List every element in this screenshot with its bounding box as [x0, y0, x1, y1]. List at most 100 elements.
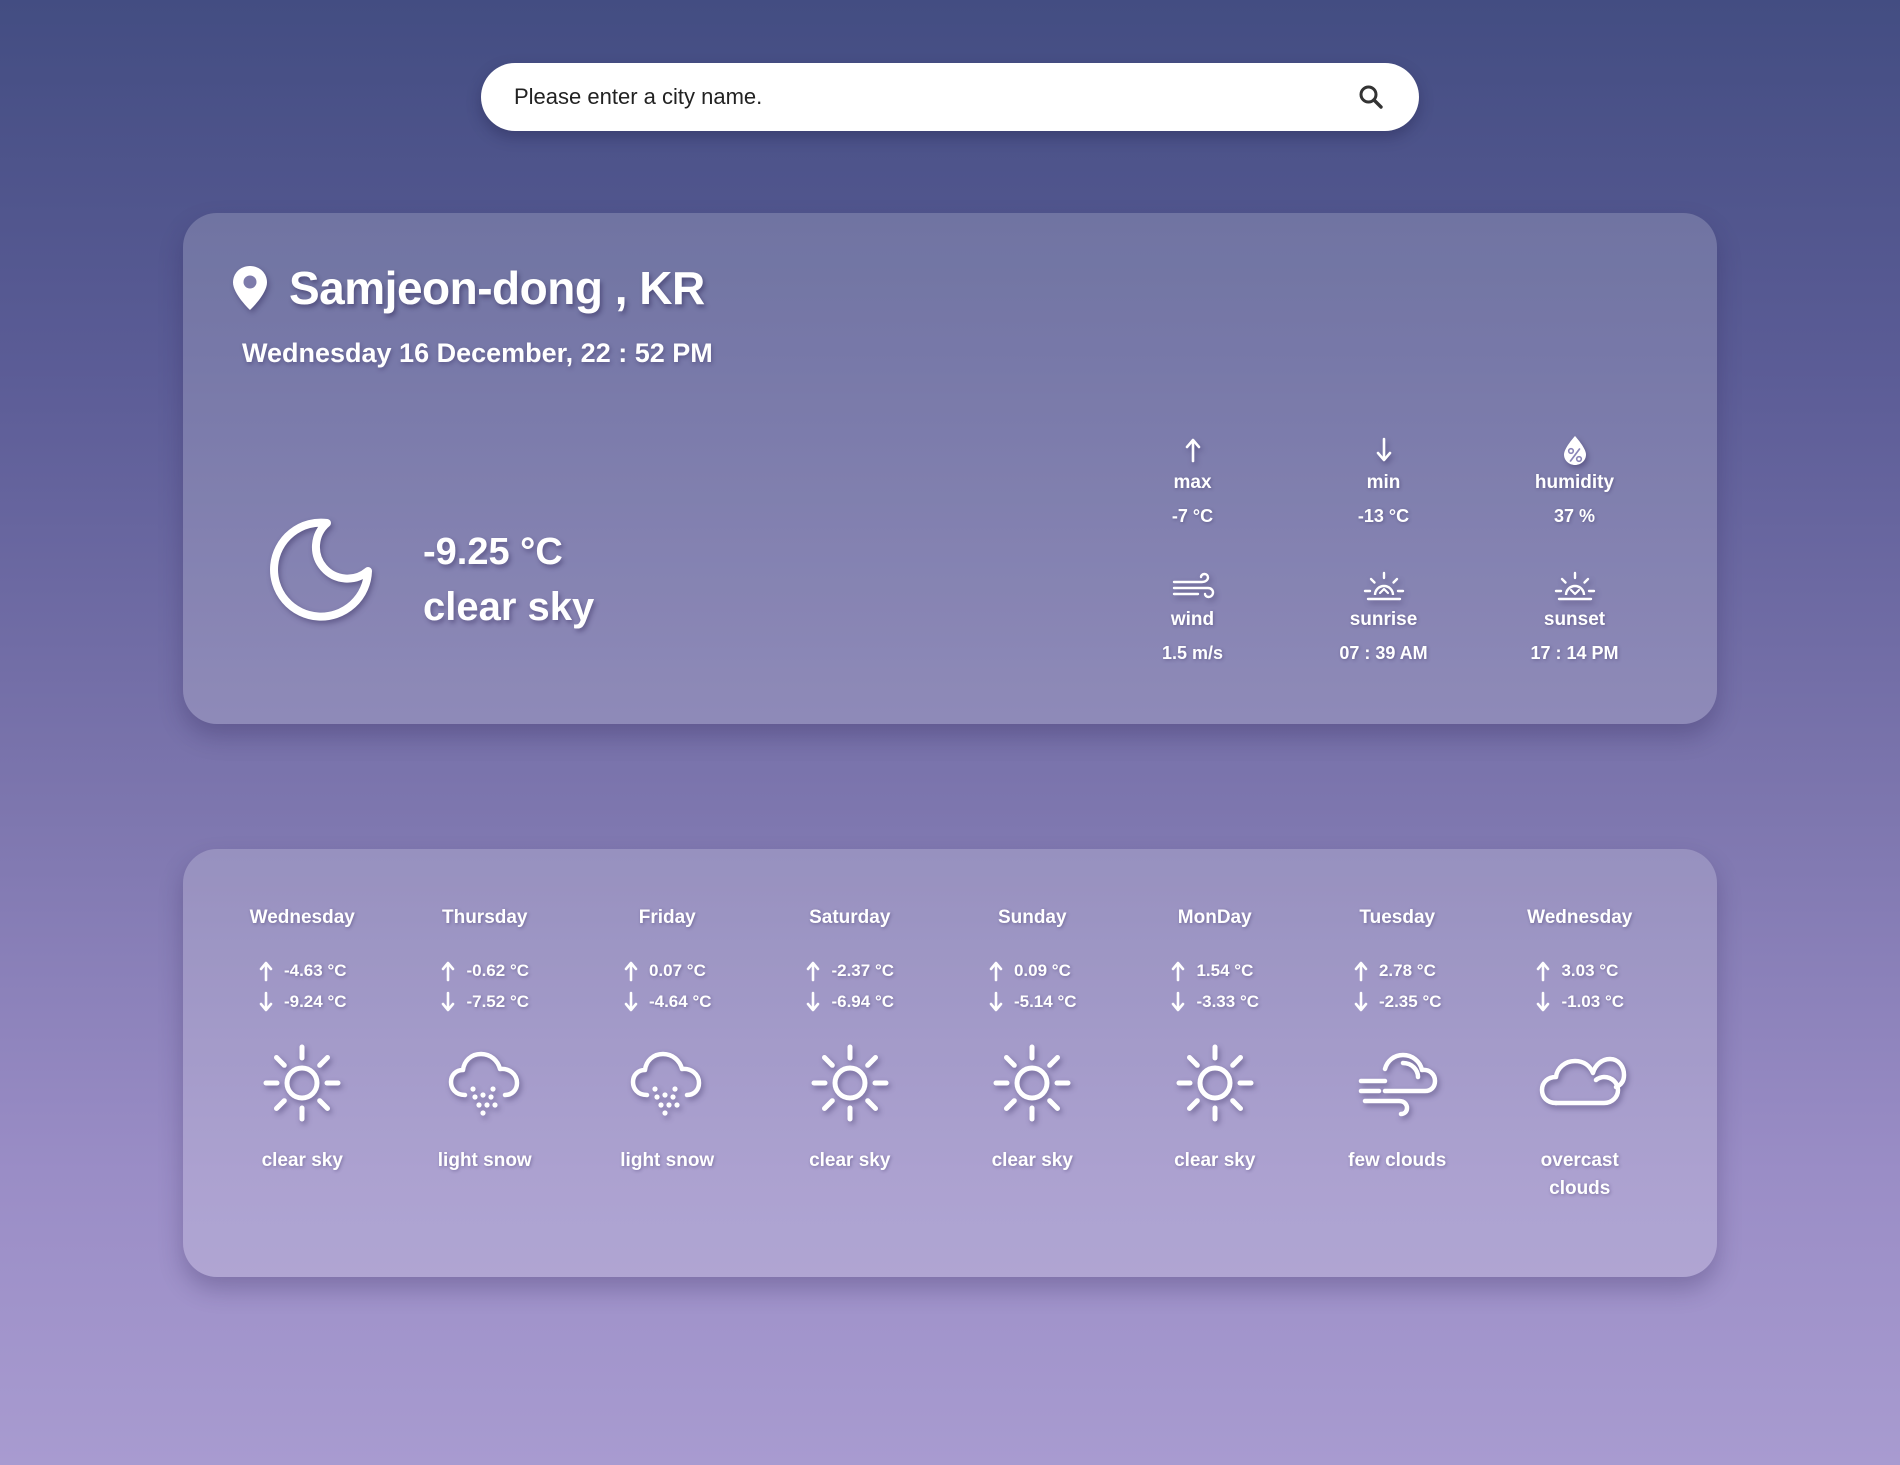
forecast-temps: 1.54 °C -3.33 °C — [1170, 955, 1259, 1017]
stat-humidity: humidity 37 % — [1479, 433, 1670, 570]
forecast-max-value: -2.37 °C — [831, 960, 895, 980]
forecast-day: Tuesday 2.78 °C -2.35 °C few clouds — [1306, 907, 1489, 1203]
stat-wind-label: wind — [1170, 609, 1215, 630]
forecast-min-value: -1.03 °C — [1561, 991, 1625, 1011]
forecast-min-value: -5.14 °C — [1013, 991, 1077, 1011]
stat-humidity-label: humidity — [1534, 472, 1615, 493]
forecast-day: MonDay 1.54 °C -3.33 °C clear sky — [1124, 907, 1307, 1203]
current-weather-card: Samjeon-dong , KR Wednesday 16 December,… — [183, 213, 1717, 724]
snow-cloud-icon — [631, 1051, 702, 1116]
forecast-max: -0.62 °C — [440, 955, 529, 986]
stat-wind-value: 1.5 m/s — [1161, 643, 1224, 663]
forecast-max-value: 1.54 °C — [1196, 960, 1254, 980]
forecast-min: -3.33 °C — [1170, 986, 1259, 1017]
stat-max-label: max — [1173, 472, 1212, 493]
sun-icon — [263, 1044, 341, 1122]
arrow-up-icon — [1537, 961, 1550, 981]
forecast-day: Thursday -0.62 °C -7.52 °C light snow — [394, 907, 577, 1203]
sun-icon — [1176, 1044, 1254, 1122]
forecast-day-name: Sunday — [997, 907, 1067, 928]
arrow-down-icon — [624, 991, 638, 1011]
sun-icon — [811, 1044, 889, 1122]
forecast-day-name: Saturday — [809, 907, 891, 928]
arrow-down-icon — [989, 991, 1003, 1011]
forecast-max: 0.07 °C — [623, 955, 706, 986]
moon-icon — [270, 518, 372, 621]
forecast-min-value: -4.64 °C — [648, 991, 712, 1011]
forecast-day-name: Wednesday — [1527, 907, 1633, 928]
forecast-day: Wednesday -4.63 °C -9.24 °C clear sky — [211, 907, 394, 1203]
forecast-max-value: 2.78 °C — [1378, 960, 1436, 980]
forecast-max: -4.63 °C — [258, 955, 347, 986]
arrow-up-icon — [1172, 961, 1185, 981]
stat-max: max -7 °C — [1097, 433, 1288, 570]
stat-min: min -13 °C — [1288, 433, 1479, 570]
stat-min-label: min — [1366, 472, 1401, 493]
stat-sunrise-value: 07 : 39 AM — [1339, 643, 1428, 663]
stat-sunset-label: sunset — [1543, 609, 1606, 630]
sun-icon — [993, 1044, 1071, 1122]
search-button[interactable] — [1351, 77, 1391, 117]
arrow-down-icon — [1354, 991, 1368, 1011]
forecast-description: overcast clouds — [1540, 1150, 1619, 1199]
forecast-description: clear sky — [261, 1150, 343, 1171]
stat-max-value: -7 °C — [1171, 506, 1214, 526]
wind-icon — [1172, 572, 1214, 599]
forecast-min-value: -6.94 °C — [831, 991, 895, 1011]
arrow-down-icon — [1537, 991, 1550, 1011]
forecast-description: clear sky — [991, 1150, 1073, 1171]
forecast-min-value: -9.24 °C — [283, 991, 347, 1011]
forecast-temps: -4.63 °C -9.24 °C — [258, 955, 347, 1017]
forecast-day: Saturday -2.37 °C -6.94 °C clear sky — [759, 907, 942, 1203]
current-stats: max -7 °C min -13 °C humidity 37 % wind … — [1097, 433, 1670, 707]
forecast-description: few clouds — [1348, 1150, 1447, 1171]
forecast-min: -6.94 °C — [805, 986, 894, 1017]
search-input[interactable] — [512, 76, 1351, 118]
city-name: Samjeon-dong , KR — [289, 262, 705, 314]
stat-humidity-value: 37 % — [1553, 506, 1596, 526]
stat-sunset-value: 17 : 14 PM — [1530, 643, 1619, 663]
arrow-up-icon — [989, 961, 1003, 981]
forecast-row: Wednesday -4.63 °C -9.24 °C clear sky Thursd… — [211, 907, 1671, 1203]
arrow-down-icon — [259, 991, 273, 1011]
forecast-max-value: 0.07 °C — [648, 960, 706, 980]
forecast-day: Sunday 0.09 °C -5.14 °C clear sky — [941, 907, 1124, 1203]
location-row: Samjeon-dong , KR — [231, 261, 705, 315]
forecast-description: light snow — [620, 1150, 715, 1171]
arrow-down-icon — [1172, 991, 1185, 1011]
stat-min-value: -13 °C — [1357, 506, 1410, 526]
forecast-day-name: Wednesday — [249, 907, 355, 928]
forecast-max-value: -4.63 °C — [283, 960, 347, 980]
arrow-down-icon — [1376, 437, 1391, 462]
forecast-min: -5.14 °C — [988, 986, 1077, 1017]
forecast-description: light snow — [437, 1150, 532, 1171]
forecast-day-name: Tuesday — [1359, 907, 1436, 928]
stat-sunrise: sunrise 07 : 39 AM — [1288, 570, 1479, 707]
forecast-min: -9.24 °C — [258, 986, 347, 1017]
forecast-min: -4.64 °C — [623, 986, 712, 1017]
search-bar — [481, 63, 1419, 131]
forecast-min: -2.35 °C — [1353, 986, 1442, 1017]
current-temperature: -9.25 °C — [423, 531, 563, 573]
windy-cloud-icon — [1359, 1052, 1438, 1117]
forecast-max: 0.09 °C — [988, 955, 1071, 986]
forecast-min: -7.52 °C — [440, 986, 529, 1017]
map-pin-icon — [233, 266, 267, 310]
forecast-max: -2.37 °C — [805, 955, 894, 986]
forecast-description: clear sky — [1174, 1150, 1256, 1171]
forecast-temps: 0.07 °C -4.64 °C — [623, 955, 712, 1017]
arrow-up-icon — [807, 961, 820, 981]
forecast-min-value: -7.52 °C — [466, 991, 530, 1011]
forecast-temps: -0.62 °C -7.52 °C — [440, 955, 529, 1017]
stat-sunset: sunset 17 : 14 PM — [1479, 570, 1670, 707]
search-icon[interactable] — [1358, 84, 1384, 110]
forecast-day: Friday 0.07 °C -4.64 °C light snow — [576, 907, 759, 1203]
forecast-max-value: 0.09 °C — [1013, 960, 1071, 980]
forecast-temps: 2.78 °C -2.35 °C — [1353, 955, 1442, 1017]
forecast-temps: 0.09 °C -5.14 °C — [988, 955, 1077, 1017]
forecast-day-name: Thursday — [441, 907, 528, 928]
forecast-min-value: -3.33 °C — [1196, 991, 1260, 1011]
forecast-max: 1.54 °C — [1170, 955, 1253, 986]
stat-wind: wind 1.5 m/s — [1097, 570, 1288, 707]
current-datetime: Wednesday 16 December, 22 : 52 PM — [242, 338, 713, 368]
